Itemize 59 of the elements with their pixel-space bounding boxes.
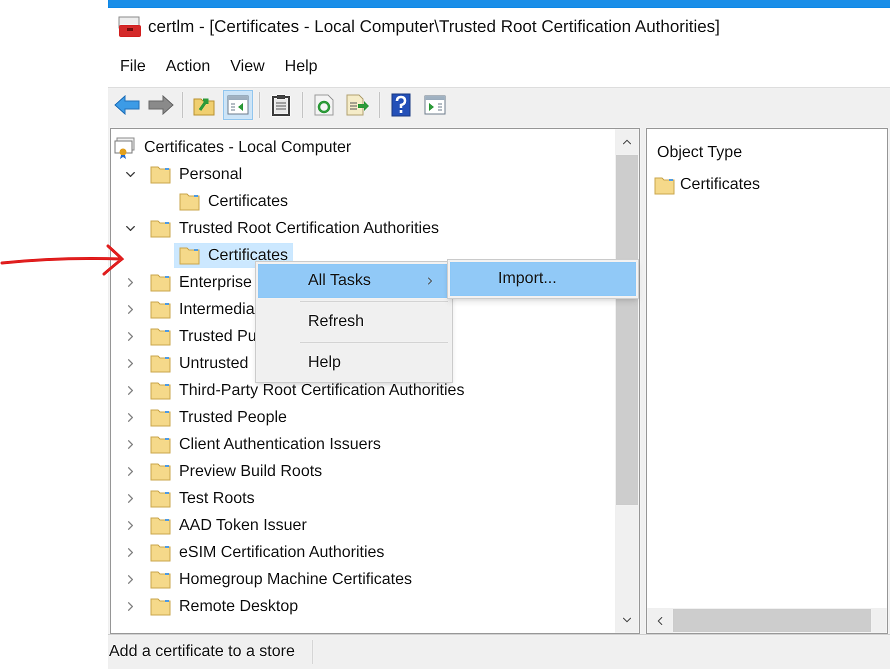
- back-arrow-icon[interactable]: [114, 95, 140, 115]
- folder-icon: [150, 435, 171, 454]
- folder-icon: [150, 219, 171, 238]
- clipboard-icon[interactable]: [272, 94, 290, 116]
- menu-item[interactable]: Help: [278, 52, 324, 80]
- folder-icon: [150, 489, 171, 508]
- tree-item[interactable]: Intermedia: [145, 297, 260, 322]
- refresh-icon[interactable]: [314, 94, 334, 116]
- tree-item[interactable]: Third-Party Root Certification Authorities: [145, 378, 470, 403]
- menu-item[interactable]: View: [224, 52, 271, 80]
- folder-icon: [150, 273, 171, 292]
- folder-icon: [150, 165, 171, 184]
- console-tree-icon[interactable]: [227, 95, 249, 115]
- certificate-icon: [114, 136, 136, 158]
- menu-item[interactable]: Action: [160, 52, 216, 80]
- context-menu-item[interactable]: Refresh: [258, 305, 450, 339]
- tree-item[interactable]: Trusted People: [145, 405, 292, 430]
- tree-item[interactable]: Trusted Root Certification Authorities: [145, 216, 444, 241]
- horizontal-scrollbar[interactable]: [647, 608, 887, 633]
- folder-icon: [150, 543, 171, 562]
- folder-icon: [150, 462, 171, 481]
- tree-item[interactable]: Certificates: [174, 189, 294, 214]
- tree-item[interactable]: Personal: [145, 162, 248, 187]
- folder-icon: [150, 327, 171, 346]
- tree-item[interactable]: Untrusted: [145, 351, 254, 376]
- folder-icon: [150, 570, 171, 589]
- folder-icon: [150, 597, 171, 616]
- window-title: certlm - [Certificates - Local Computer\Trusted Root Certification Authorities]: [148, 16, 720, 38]
- tree-item[interactable]: Certificates - Local Computer: [144, 136, 352, 160]
- tree-item[interactable]: Preview Build Roots: [145, 459, 328, 484]
- tree-item[interactable]: AAD Token Issuer: [145, 513, 312, 538]
- help-icon[interactable]: [391, 93, 411, 117]
- tree-item[interactable]: Test Roots: [145, 486, 260, 511]
- folder-icon: [179, 246, 200, 265]
- tree-item[interactable]: eSIM Certification Authorities: [145, 540, 390, 565]
- tree-item[interactable]: Client Authentication Issuers: [145, 432, 386, 457]
- context-menu-item[interactable]: Help: [258, 346, 450, 380]
- folder-icon: [150, 408, 171, 427]
- menu-item[interactable]: File: [114, 52, 152, 80]
- folder-icon: [150, 300, 171, 319]
- folder-icon: [150, 516, 171, 535]
- column-header[interactable]: Object Type: [657, 141, 887, 165]
- tree-item[interactable]: Homegroup Machine Certificates: [145, 567, 417, 592]
- tree-item[interactable]: Certificates: [174, 243, 294, 268]
- vertical-scrollbar[interactable]: [615, 129, 639, 633]
- folder-icon: [150, 354, 171, 373]
- folder-icon: [179, 192, 200, 211]
- tree-item[interactable]: Remote Desktop: [145, 594, 304, 619]
- tree-item[interactable]: Enterprise: [145, 270, 257, 295]
- folder-icon: [150, 381, 171, 400]
- scrollbar-thumb[interactable]: [673, 609, 871, 632]
- status-text: Add a certificate to a store: [108, 640, 313, 664]
- action-pane-icon[interactable]: [424, 95, 446, 115]
- forward-arrow-icon[interactable]: [148, 95, 174, 115]
- toolbox-icon: [118, 16, 142, 38]
- context-menu-item[interactable]: Import...: [450, 262, 636, 296]
- context-menu-item[interactable]: All Tasks: [258, 264, 450, 298]
- list-item[interactable]: Certificates: [654, 173, 887, 197]
- folder-icon: [654, 176, 675, 194]
